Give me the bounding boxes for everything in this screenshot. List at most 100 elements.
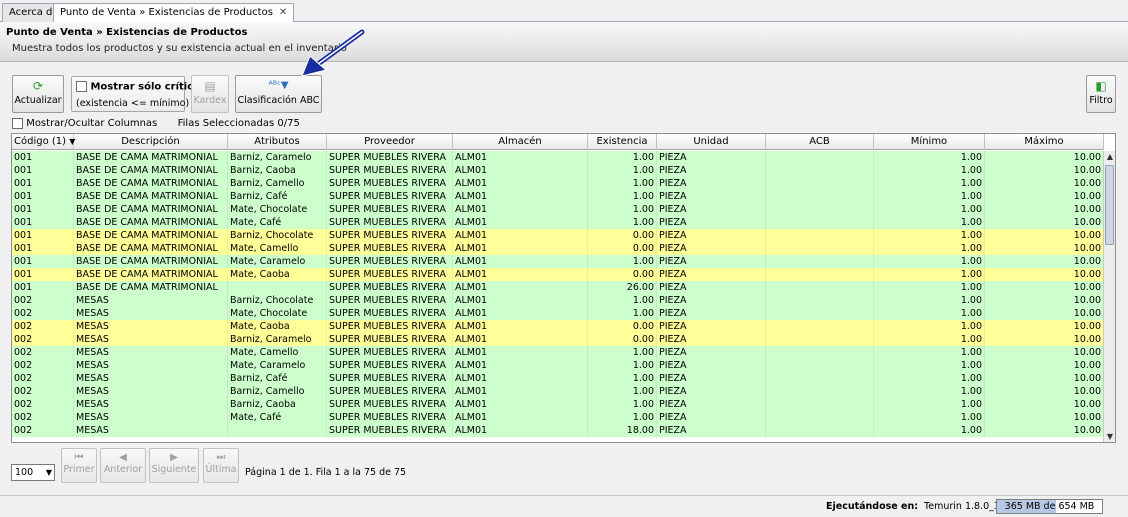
memory-indicator[interactable]: 365 MB de 654 MB — [996, 499, 1103, 514]
cell-existencia: 1.00 — [588, 359, 657, 372]
kardex-button[interactable]: ▤ Kardex — [191, 75, 229, 113]
table-row[interactable]: 002 MESAS Mate, Caramelo SUPER MUEBLES RIVE… — [12, 359, 1104, 372]
stock-table: Código (1) ▼ Descripción Atributos Prove… — [11, 133, 1116, 443]
last-page-button[interactable]: ⏭ Última — [203, 448, 239, 483]
table-row[interactable]: 002 MESAS SUPER MUEBLES RIVERA ALM01 18.00 PI… — [12, 424, 1104, 437]
cell-descripcion: MESAS — [74, 294, 228, 307]
table-row[interactable]: 002 MESAS Barniz, Chocolate SUPER MUEBLES R… — [12, 294, 1104, 307]
cell-maximo: 10.00 — [985, 307, 1104, 320]
cell-existencia: 18.00 — [588, 424, 657, 437]
table-row[interactable]: 002 MESAS Mate, Caoba SUPER MUEBLES RIVERA A… — [12, 320, 1104, 333]
table-row[interactable]: 001 BASE DE CAMA MATRIMONIAL Mate, Camello… — [12, 242, 1104, 255]
table-row[interactable]: 002 MESAS Mate, Camello SUPER MUEBLES RIVER… — [12, 346, 1104, 359]
toggle-columns-checkbox[interactable] — [12, 118, 23, 129]
cell-codigo: 001 — [12, 190, 74, 203]
vertical-scrollbar[interactable]: ▲ ▼ — [1103, 151, 1115, 442]
scroll-down-icon[interactable]: ▼ — [1104, 431, 1115, 442]
table-row[interactable]: 001 BASE DE CAMA MATRIMONIAL Mate, Caoba SU… — [12, 268, 1104, 281]
table-row[interactable]: 002 MESAS Mate, Café SUPER MUEBLES RIVERA AL… — [12, 411, 1104, 424]
cell-proveedor: SUPER MUEBLES RIVERA — [327, 333, 453, 346]
page-size-select[interactable]: 100 ▼ — [11, 464, 55, 481]
column-header-proveedor[interactable]: Proveedor — [327, 134, 453, 150]
pager: 100 ▼ ⏮ Primer ◀ Anterior ▶ Siguiente ⏭ … — [11, 448, 411, 484]
cell-almacen: ALM01 — [453, 281, 588, 294]
cell-atributos: Barniz, Café — [228, 190, 327, 203]
abc-classification-button[interactable]: ᴬᴮᶜ▼ Clasificación ABC — [235, 75, 322, 113]
cell-maximo: 10.00 — [985, 281, 1104, 294]
cell-descripcion: BASE DE CAMA MATRIMONIAL — [74, 164, 228, 177]
column-header-almacen[interactable]: Almacén — [453, 134, 588, 150]
prev-page-button[interactable]: ◀ Anterior — [100, 448, 146, 483]
table-row[interactable]: 001 BASE DE CAMA MATRIMONIAL Barniz, Caoba… — [12, 164, 1104, 177]
cell-existencia: 1.00 — [588, 177, 657, 190]
selected-rows-label: Filas Seleccionadas — [177, 118, 275, 129]
scroll-thumb[interactable] — [1105, 165, 1114, 245]
filter-button[interactable]: ◧ Filtro — [1086, 75, 1116, 113]
tab-existencias[interactable]: Punto de Venta » Existencias de Producto… — [53, 3, 295, 23]
table-row[interactable]: 002 MESAS Barniz, Caoba SUPER MUEBLES RIVER… — [12, 398, 1104, 411]
table-row[interactable]: 002 MESAS Barniz, Café SUPER MUEBLES RIVERA… — [12, 372, 1104, 385]
cell-atributos: Mate, Caoba — [228, 268, 327, 281]
cell-proveedor: SUPER MUEBLES RIVERA — [327, 203, 453, 216]
next-page-button[interactable]: ▶ Siguiente — [149, 448, 199, 483]
column-header-codigo[interactable]: Código (1) ▼ — [12, 134, 75, 150]
cell-minimo: 1.00 — [874, 151, 985, 164]
cell-almacen: ALM01 — [453, 333, 588, 346]
table-row[interactable]: 001 BASE DE CAMA MATRIMONIAL Mate, Caramel… — [12, 255, 1104, 268]
cell-codigo: 001 — [12, 229, 74, 242]
scroll-up-icon[interactable]: ▲ — [1104, 151, 1115, 163]
table-row[interactable]: 002 MESAS Barniz, Camello SUPER MUEBLES RIV… — [12, 385, 1104, 398]
column-header-descripcion[interactable]: Descripción — [74, 134, 228, 150]
refresh-button[interactable]: ⟳ Actualizar — [12, 75, 64, 113]
cell-maximo: 10.00 — [985, 385, 1104, 398]
cell-unidad: PIEZA — [657, 411, 766, 424]
column-header-unidad[interactable]: Unidad — [657, 134, 766, 150]
cell-maximo: 10.00 — [985, 359, 1104, 372]
close-icon[interactable]: ✕ — [279, 7, 287, 18]
column-header-minimo[interactable]: Mínimo — [874, 134, 985, 150]
cell-proveedor: SUPER MUEBLES RIVERA — [327, 255, 453, 268]
table-row[interactable]: 001 BASE DE CAMA MATRIMONIAL Barniz, Choco… — [12, 229, 1104, 242]
cell-unidad: PIEZA — [657, 203, 766, 216]
tab-label: Acerca de — [9, 7, 59, 18]
cell-minimo: 1.00 — [874, 385, 985, 398]
critical-checkbox-row[interactable]: Mostrar sólo críticos — [76, 81, 206, 93]
column-header-atributos[interactable]: Atributos — [228, 134, 327, 150]
cell-atributos: Mate, Chocolate — [228, 203, 327, 216]
cell-unidad: PIEZA — [657, 294, 766, 307]
cell-codigo: 002 — [12, 333, 74, 346]
cell-codigo: 002 — [12, 320, 74, 333]
table-row[interactable]: 002 MESAS Mate, Chocolate SUPER MUEBLES RIV… — [12, 307, 1104, 320]
cell-unidad: PIEZA — [657, 372, 766, 385]
cell-proveedor: SUPER MUEBLES RIVERA — [327, 190, 453, 203]
column-header-acb[interactable]: ACB — [766, 134, 874, 150]
cell-codigo: 001 — [12, 164, 74, 177]
cell-codigo: 002 — [12, 294, 74, 307]
critical-checkbox[interactable] — [76, 81, 87, 92]
cell-unidad: PIEZA — [657, 346, 766, 359]
abc-sort-icon: ᴬᴮᶜ▼ — [268, 80, 289, 91]
table-row[interactable]: 001 BASE DE CAMA MATRIMONIAL Barniz, Caram… — [12, 151, 1104, 164]
column-header-maximo[interactable]: Máximo — [985, 134, 1104, 150]
toggle-columns-label[interactable]: Mostrar/Ocultar Columnas — [26, 118, 157, 129]
first-page-button[interactable]: ⏮ Primer — [61, 448, 97, 483]
runtime-label: Ejecutándose en: — [826, 501, 919, 512]
table-row[interactable]: 001 BASE DE CAMA MATRIMONIAL Mate, Chocola… — [12, 203, 1104, 216]
column-header-existencia[interactable]: Existencia — [588, 134, 657, 150]
table-row[interactable]: 001 BASE DE CAMA MATRIMONIAL Barniz, Café S… — [12, 190, 1104, 203]
critical-filter-group: Mostrar sólo críticos (existencia <= mín… — [71, 76, 206, 112]
cell-proveedor: SUPER MUEBLES RIVERA — [327, 242, 453, 255]
table-row[interactable]: 002 MESAS Barniz, Caramelo SUPER MUEBLES RI… — [12, 333, 1104, 346]
cell-codigo: 001 — [12, 255, 74, 268]
kardex-label: Kardex — [193, 95, 227, 106]
toolbar: ⟳ Actualizar Mostrar sólo críticos (exis… — [0, 62, 1128, 116]
cell-maximo: 10.00 — [985, 229, 1104, 242]
cell-descripcion: BASE DE CAMA MATRIMONIAL — [74, 177, 228, 190]
cell-unidad: PIEZA — [657, 242, 766, 255]
cell-maximo: 10.00 — [985, 216, 1104, 229]
cell-unidad: PIEZA — [657, 424, 766, 437]
table-row[interactable]: 001 BASE DE CAMA MATRIMONIAL Barniz, Camel… — [12, 177, 1104, 190]
table-row[interactable]: 001 BASE DE CAMA MATRIMONIAL Mate, Café SUP… — [12, 216, 1104, 229]
table-row[interactable]: 001 BASE DE CAMA MATRIMONIAL SUPER MUEBLES… — [12, 281, 1104, 294]
cell-acb — [766, 164, 874, 177]
